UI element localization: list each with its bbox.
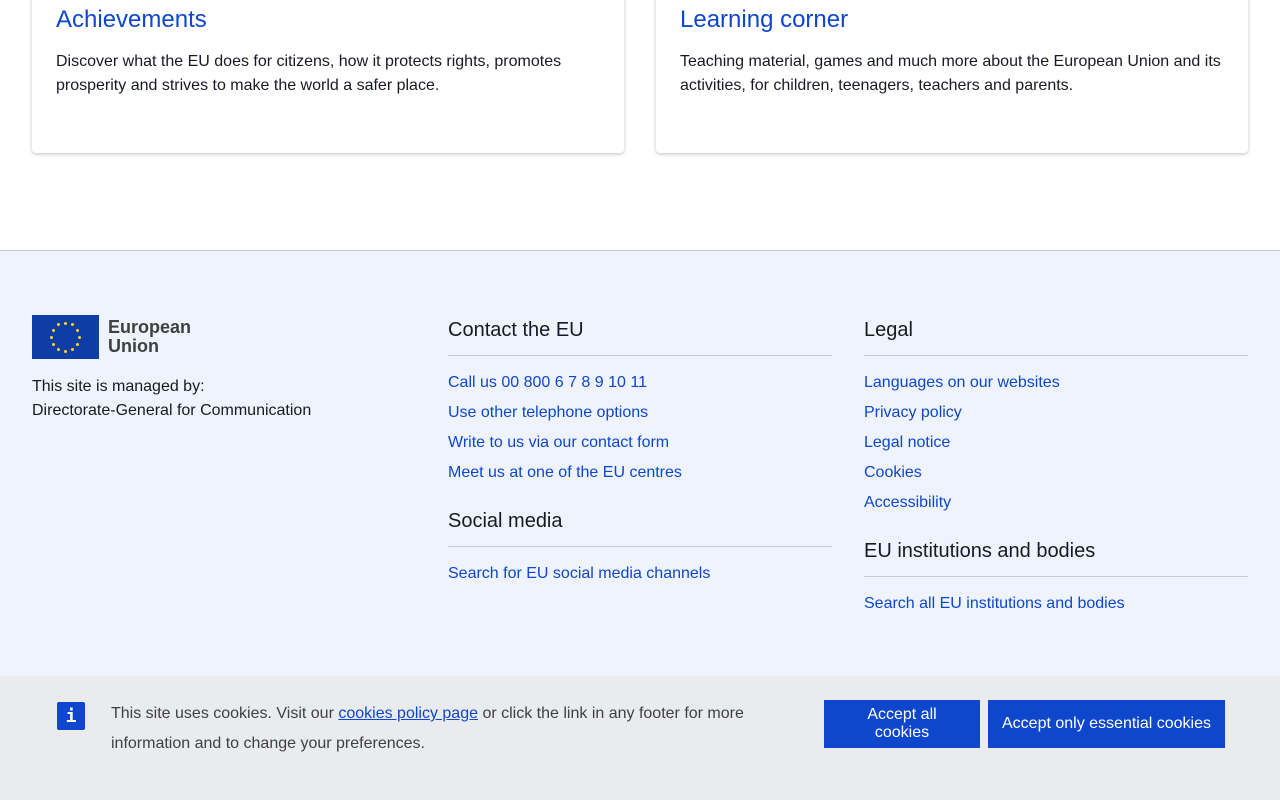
info-icon: i	[57, 702, 85, 730]
eu-logo[interactable]: European Union	[32, 315, 191, 359]
card-description: Discover what the EU does for citizens, …	[56, 53, 562, 94]
cookie-banner: i This site uses cookies. Visit our cook…	[0, 676, 1280, 800]
social-link-search[interactable]: Search for EU social media channels	[448, 559, 832, 589]
card-title[interactable]: Learning corner	[680, 4, 848, 36]
contact-link-telephone-options[interactable]: Use other telephone options	[448, 398, 832, 428]
legal-link-accessibility[interactable]: Accessibility	[864, 488, 1248, 518]
legal-heading: Legal	[864, 315, 1248, 356]
flag-star	[50, 335, 53, 339]
flag-star	[51, 328, 55, 332]
contact-link-eu-centres[interactable]: Meet us at one of the EU centres	[448, 458, 832, 488]
footer-column-legal: Legal Languages on our websites Privacy …	[864, 315, 1248, 619]
cookies-policy-link[interactable]: cookies policy page	[338, 705, 478, 722]
accept-essential-cookies-button[interactable]: Accept only essential cookies	[988, 700, 1225, 748]
accept-all-cookies-button[interactable]: Accept all cookies	[824, 700, 980, 748]
logo-line-1: European	[108, 317, 192, 337]
cookie-message: This site uses cookies. Visit our cookie…	[111, 699, 771, 759]
legal-link-cookies[interactable]: Cookies	[864, 458, 1248, 488]
flag-star	[57, 347, 60, 351]
flag-star	[78, 335, 81, 339]
eu-flag-icon	[32, 315, 99, 359]
institutions-link-search[interactable]: Search all EU institutions and bodies	[864, 589, 1248, 619]
flag-star	[64, 349, 67, 353]
card-description: Teaching material, games and much more a…	[680, 53, 1221, 94]
legal-link-privacy[interactable]: Privacy policy	[864, 398, 1248, 428]
contact-link-contact-form[interactable]: Write to us via our contact form	[448, 428, 832, 458]
contact-link-call[interactable]: Call us 00 800 6 7 8 9 10 11	[448, 368, 832, 398]
logo-text: European Union	[108, 318, 191, 356]
managed-by-label: This site is managed by:	[32, 378, 205, 395]
legal-link-languages[interactable]: Languages on our websites	[864, 368, 1248, 398]
contact-heading: Contact the EU	[448, 315, 832, 356]
card-learning-corner[interactable]: Learning corner Teaching material, games…	[656, 0, 1248, 153]
flag-star	[76, 328, 80, 332]
flag-star	[57, 323, 60, 327]
card-title[interactable]: Achievements	[56, 4, 207, 36]
managed-by-value: Directorate-General for Communication	[32, 402, 312, 419]
cookie-text-before: This site uses cookies. Visit our	[111, 705, 339, 722]
logo-line-2: Union	[108, 336, 159, 356]
managed-by: This site is managed by: Directorate-Gen…	[32, 375, 311, 423]
social-heading: Social media	[448, 506, 832, 547]
flag-star	[71, 347, 74, 351]
legal-link-legal-notice[interactable]: Legal notice	[864, 428, 1248, 458]
flag-star	[51, 342, 55, 346]
flag-star	[71, 323, 74, 327]
footer-column-contact: Contact the EU Call us 00 800 6 7 8 9 10…	[448, 315, 832, 589]
card-achievements[interactable]: Achievements Discover what the EU does f…	[32, 0, 624, 153]
flag-star	[64, 321, 67, 325]
institutions-heading: EU institutions and bodies	[864, 536, 1248, 577]
flag-star	[76, 342, 80, 346]
cards-section: Achievements Discover what the EU does f…	[0, 0, 1280, 250]
